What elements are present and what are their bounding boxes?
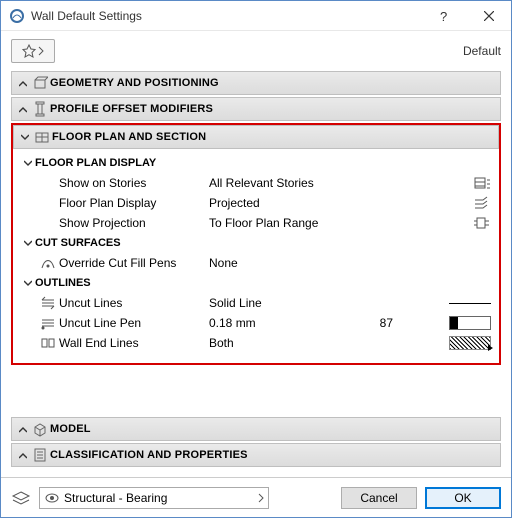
row-show-on-stories[interactable]: Show on Stories All Relevant Stories: [17, 173, 495, 193]
ok-label: OK: [454, 491, 471, 505]
value: 0.18 mm: [209, 316, 359, 330]
sub-cut-surfaces[interactable]: CUT SURFACES: [17, 233, 495, 253]
hatch-preview: [445, 336, 495, 350]
pen-icon: [37, 256, 59, 270]
chevron-down-icon: [21, 159, 35, 167]
label: Show on Stories: [59, 176, 209, 190]
projected-icon: [445, 196, 495, 210]
group-floorplan[interactable]: FLOOR PLAN AND SECTION: [13, 125, 499, 149]
footer: Structural - Bearing Cancel OK: [1, 477, 511, 517]
group-classification-label: CLASSIFICATION AND PROPERTIES: [50, 449, 248, 461]
eye-icon: [44, 493, 60, 503]
sub-floor-plan-display-label: FLOOR PLAN DISPLAY: [35, 157, 156, 169]
label: Uncut Lines: [59, 296, 209, 310]
row-override-cut-fill[interactable]: Override Cut Fill Pens None: [17, 253, 495, 273]
star-icon: [22, 44, 36, 58]
group-model[interactable]: MODEL: [11, 417, 501, 441]
group-floorplan-label: FLOOR PLAN AND SECTION: [52, 131, 206, 143]
plan-icon: [32, 129, 52, 145]
top-toolbar: Default: [11, 37, 501, 65]
spacer: [11, 371, 501, 417]
label: Override Cut Fill Pens: [59, 256, 209, 270]
row-uncut-line-pen[interactable]: Uncut Line Pen 0.18 mm 87: [17, 313, 495, 333]
wall-end-icon: [37, 336, 59, 350]
row-uncut-lines[interactable]: Uncut Lines Solid Line: [17, 293, 495, 313]
list-icon: [30, 447, 50, 463]
value: Solid Line: [209, 296, 359, 310]
chevron-right-icon: [16, 451, 30, 459]
dialog-window: Wall Default Settings ? Default GEOMETRY…: [0, 0, 512, 518]
cancel-button[interactable]: Cancel: [341, 487, 417, 509]
value: None: [209, 256, 359, 270]
label: Uncut Line Pen: [59, 316, 209, 330]
value: All Relevant Stories: [209, 176, 359, 190]
column-icon: [30, 101, 50, 117]
group-classification[interactable]: CLASSIFICATION AND PROPERTIES: [11, 443, 501, 467]
layer-combo[interactable]: Structural - Bearing: [39, 487, 269, 509]
label: Show Projection: [59, 216, 209, 230]
row-wall-end-lines[interactable]: Wall End Lines Both: [17, 333, 495, 353]
model-icon: [30, 421, 50, 437]
label: Wall End Lines: [59, 336, 209, 350]
pen-preview: [445, 316, 495, 330]
layer-name: Structural - Bearing: [64, 491, 167, 505]
sub-outlines-label: OUTLINES: [35, 277, 91, 289]
cancel-label: Cancel: [360, 491, 397, 505]
favorites-button[interactable]: [11, 39, 55, 63]
row-show-projection[interactable]: Show Projection To Floor Plan Range: [17, 213, 495, 233]
chevron-right-icon: [16, 79, 30, 87]
close-button[interactable]: [467, 1, 511, 31]
stories-icon: [445, 176, 495, 190]
geometry-icon: [30, 75, 50, 91]
line-type-icon: [37, 296, 59, 310]
chevron-down-icon: [18, 133, 32, 141]
chevron-down-icon: [21, 239, 35, 247]
range-icon: [445, 216, 495, 230]
sub-outlines[interactable]: OUTLINES: [17, 273, 495, 293]
chevron-right-icon: [16, 105, 30, 113]
window-title: Wall Default Settings: [31, 9, 423, 23]
value: Projected: [209, 196, 359, 210]
line-preview: [445, 296, 495, 310]
group-profile-label: PROFILE OFFSET MODIFIERS: [50, 103, 213, 115]
pen-number: 87: [359, 316, 399, 330]
titlebar: Wall Default Settings ?: [1, 1, 511, 31]
chevron-down-icon: [21, 279, 35, 287]
group-geometry[interactable]: GEOMETRY AND POSITIONING: [11, 71, 501, 95]
row-floor-plan-display[interactable]: Floor Plan Display Projected: [17, 193, 495, 213]
highlight-box: FLOOR PLAN AND SECTION FLOOR PLAN DISPLA…: [11, 123, 501, 365]
group-floorplan-body: FLOOR PLAN DISPLAY Show on Stories All R…: [13, 151, 499, 357]
layers-icon: [11, 490, 31, 506]
dialog-body: Default GEOMETRY AND POSITIONING PROFILE…: [1, 31, 511, 477]
chevron-right-icon: [258, 493, 264, 503]
sub-floor-plan-display[interactable]: FLOOR PLAN DISPLAY: [17, 153, 495, 173]
sub-cut-surfaces-label: CUT SURFACES: [35, 237, 121, 249]
help-button[interactable]: ?: [423, 1, 467, 31]
value: Both: [209, 336, 359, 350]
group-geometry-label: GEOMETRY AND POSITIONING: [50, 77, 219, 89]
value: To Floor Plan Range: [209, 216, 359, 230]
chevron-right-icon: [16, 425, 30, 433]
app-icon: [9, 8, 25, 24]
line-pen-icon: [37, 316, 59, 330]
label: Floor Plan Display: [59, 196, 209, 210]
group-profile[interactable]: PROFILE OFFSET MODIFIERS: [11, 97, 501, 121]
group-model-label: MODEL: [50, 423, 91, 435]
svg-text:?: ?: [440, 9, 447, 23]
chevron-right-icon: [38, 46, 44, 56]
default-label: Default: [463, 44, 501, 58]
ok-button[interactable]: OK: [425, 487, 501, 509]
